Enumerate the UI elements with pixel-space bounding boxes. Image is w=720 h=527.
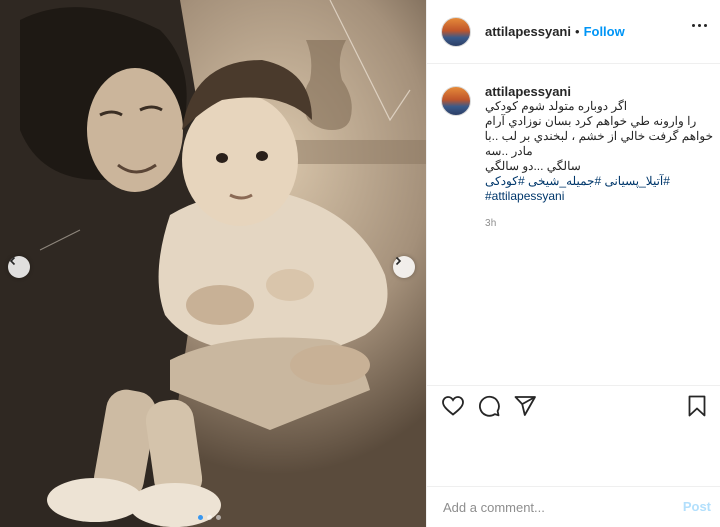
carousel-prev-button[interactable] — [8, 256, 30, 278]
caption-line: سالگي ...دو سالگي — [485, 159, 581, 173]
carousel-dot — [216, 515, 221, 520]
instagram-post-view: attilapessyani • Follow attilapessyani ا… — [0, 0, 720, 527]
header-separator: • — [575, 24, 580, 39]
caption-line: مادر ..سه — [485, 144, 533, 158]
header-username[interactable]: attilapessyani — [485, 24, 571, 39]
bookmark-icon — [688, 395, 706, 417]
comment-input[interactable] — [441, 498, 665, 516]
save-button[interactable] — [685, 394, 709, 423]
caption-avatar[interactable] — [441, 86, 471, 116]
caption-line: اگر دوباره متولد شوم کودکي — [485, 99, 628, 113]
carousel-dot — [198, 515, 203, 520]
caption-body: attilapessyani اگر دوباره متولد شوم کودک… — [485, 84, 713, 231]
chevron-left-icon — [9, 256, 16, 266]
comment-bubble-icon — [479, 395, 500, 417]
more-dots-icon — [698, 24, 701, 27]
follow-button[interactable]: Follow — [584, 24, 625, 39]
post-caption: attilapessyani اگر دوباره متولد شوم کودک… — [441, 84, 713, 231]
post-header: attilapessyani • Follow — [427, 0, 720, 64]
heart-icon — [442, 396, 464, 416]
more-dots-icon — [704, 24, 707, 27]
more-options-button[interactable] — [692, 24, 707, 27]
carousel-next-button[interactable] — [393, 256, 415, 278]
divider — [427, 385, 720, 386]
hashtag-link[interactable]: #attilapessyani — [485, 189, 713, 204]
share-button[interactable] — [513, 394, 537, 423]
carousel-indicator — [198, 515, 221, 520]
post-photo[interactable] — [0, 0, 426, 527]
sepia-photo-illustration — [0, 0, 426, 527]
comment-button[interactable] — [477, 394, 501, 423]
post-sidebar: attilapessyani • Follow attilapessyani ا… — [426, 0, 720, 527]
caption-line: خواهم گرفت خالي از خشم ، لبخندي بر لب ..… — [484, 129, 713, 143]
like-button[interactable] — [441, 394, 465, 423]
avatar[interactable] — [441, 16, 471, 47]
caption-line: را وارونه طي خواهم کرد بسان نوزادي آرام — [485, 114, 697, 128]
more-dots-icon — [692, 24, 695, 27]
post-timestamp[interactable]: 3h — [485, 216, 713, 231]
carousel-dot — [207, 515, 212, 520]
chevron-right-icon — [395, 256, 402, 266]
action-bar — [441, 394, 709, 418]
post-comment-button[interactable]: Post — [683, 499, 711, 514]
hashtag-link[interactable]: #آتیلا_پسیانی #جمیله_شیخی #کودکی — [485, 174, 713, 189]
comment-bar: Post — [427, 486, 720, 527]
caption-username[interactable]: attilapessyani — [485, 84, 713, 99]
paper-plane-icon — [514, 396, 536, 416]
